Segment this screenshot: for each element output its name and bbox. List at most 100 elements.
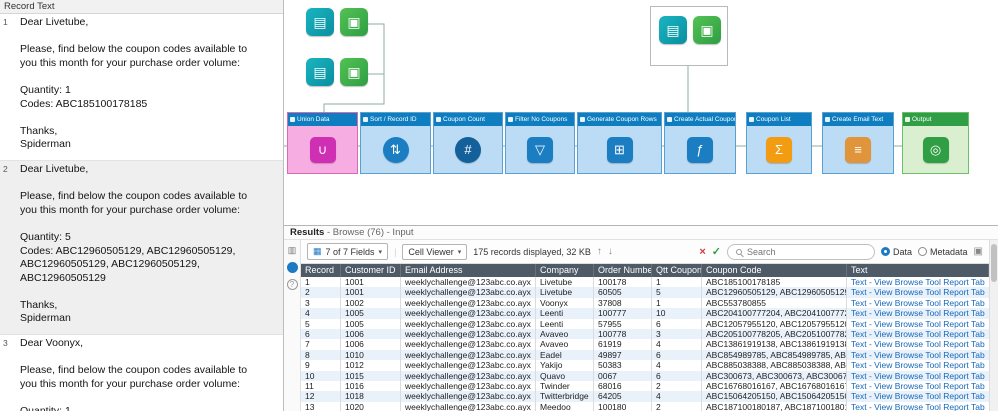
cell-email[interactable]: weeklychallenge@123abc.co.ayx: [401, 328, 536, 340]
cell-customer-id[interactable]: 1002: [341, 297, 401, 309]
cell-record[interactable]: 10: [301, 370, 341, 381]
cell-qtt-coupons[interactable]: 5: [652, 287, 702, 298]
cell-email[interactable]: weeklychallenge@123abc.co.ayx: [401, 277, 536, 288]
cell-email[interactable]: weeklychallenge@123abc.co.ayx: [401, 401, 536, 411]
cell-viewer-dropdown[interactable]: Cell Viewer ▾: [402, 243, 468, 260]
cell-order-number[interactable]: 64205: [594, 391, 652, 402]
sort-tool-icon[interactable]: ⇅: [382, 136, 409, 163]
cell-text-report-link[interactable]: Text - View Browse Tool Report Tab: [847, 339, 989, 349]
cell-coupon-code[interactable]: ABC204100777204, ABC204100777204, ABC204…: [702, 308, 847, 319]
cell-company[interactable]: Twitterbridge: [536, 391, 594, 402]
cell-qtt-coupons[interactable]: 4: [652, 391, 702, 402]
cell-customer-id[interactable]: 1018: [341, 391, 401, 402]
container-filter-no-coupons[interactable]: Filter No Coupons ▽: [505, 112, 575, 174]
cell-email[interactable]: weeklychallenge@123abc.co.ayx: [401, 391, 536, 402]
column-header-customer-id[interactable]: Customer ID: [341, 264, 401, 277]
cell-order-number[interactable]: 100778: [594, 328, 652, 340]
browse-tool[interactable]: ▣: [340, 8, 368, 36]
cell-order-number[interactable]: 100777: [594, 308, 652, 319]
table-row[interactable]: 7 1006 weeklychallenge@123abc.co.ayx Ava…: [301, 339, 989, 350]
container-union-data[interactable]: Union Data ∪: [287, 112, 358, 174]
container-coupon-count[interactable]: Coupon Count #: [433, 112, 503, 174]
cell-email[interactable]: weeklychallenge@123abc.co.ayx: [401, 349, 536, 361]
table-row[interactable]: 4 1005 weeklychallenge@123abc.co.ayx Lee…: [301, 308, 989, 319]
cell-email[interactable]: weeklychallenge@123abc.co.ayx: [401, 370, 536, 381]
summarize-tool-icon[interactable]: Σ: [766, 136, 792, 163]
cell-coupon-code[interactable]: ABC885038388, ABC885038388, ABC885038388…: [702, 360, 847, 371]
cell-company[interactable]: Livetube: [536, 287, 594, 298]
cell-customer-id[interactable]: 1001: [341, 277, 401, 288]
record-row[interactable]: 2 Dear Livetube, Please, find below the …: [0, 160, 283, 336]
cell-coupon-code[interactable]: ABC205100778205, ABC205100778205, ABC205…: [702, 328, 847, 340]
cell-coupon-code[interactable]: ABC16768016167, ABC16768016167: [702, 380, 847, 392]
browse-tool[interactable]: ▣: [693, 16, 721, 44]
fields-dropdown[interactable]: ▦ 7 of 7 Fields ▾: [307, 243, 389, 260]
cell-qtt-coupons[interactable]: 2: [652, 401, 702, 411]
record-row[interactable]: 1 Dear Livetube, Please, find below the …: [0, 14, 283, 161]
vertical-scrollbar[interactable]: [989, 240, 998, 411]
cell-email[interactable]: weeklychallenge@123abc.co.ayx: [401, 308, 536, 319]
cell-company[interactable]: Leenti: [536, 318, 594, 329]
cell-qtt-coupons[interactable]: 6: [652, 318, 702, 329]
cell-company[interactable]: Voonyx: [536, 297, 594, 309]
table-row[interactable]: 11 1016 weeklychallenge@123abc.co.ayx Tw…: [301, 380, 989, 392]
cell-coupon-code[interactable]: ABC187100180187, ABC187100180187: [702, 401, 847, 411]
cell-text-report-link[interactable]: Text - View Browse Tool Report Tab: [847, 329, 989, 339]
cell-customer-id[interactable]: 1010: [341, 349, 401, 361]
clear-button[interactable]: ×: [699, 246, 705, 258]
cell-record[interactable]: 1: [301, 277, 341, 288]
cell-company[interactable]: Avaveo: [536, 328, 594, 340]
profile-info-icon[interactable]: [286, 262, 298, 273]
cell-text-report-link[interactable]: Text - View Browse Tool Report Tab: [847, 381, 989, 391]
cell-order-number[interactable]: 50383: [594, 360, 652, 371]
cell-record[interactable]: 5: [301, 318, 341, 329]
cell-company[interactable]: Eadel: [536, 349, 594, 361]
cell-email[interactable]: weeklychallenge@123abc.co.ayx: [401, 360, 536, 371]
table-row[interactable]: 3 1002 weeklychallenge@123abc.co.ayx Voo…: [301, 297, 989, 309]
cell-email[interactable]: weeklychallenge@123abc.co.ayx: [401, 287, 536, 298]
input-data-tool[interactable]: ▤: [306, 58, 334, 86]
container-generate-coupon-rows[interactable]: Generate Coupon Rows ⊞: [577, 112, 662, 174]
container-output[interactable]: Output ◎: [902, 112, 969, 174]
union-tool-icon[interactable]: ∪: [309, 136, 336, 163]
cell-qtt-coupons[interactable]: 6: [652, 349, 702, 361]
cell-company[interactable]: Livetube: [536, 277, 594, 288]
table-row[interactable]: 5 1005 weeklychallenge@123abc.co.ayx Lee…: [301, 318, 989, 329]
cell-coupon-code[interactable]: ABC854989785, ABC854989785, ABC854989785…: [702, 349, 847, 361]
cell-coupon-code[interactable]: ABC12057955120, ABC12057955120, ABC12057…: [702, 318, 847, 329]
cell-coupon-code[interactable]: ABC553780855: [702, 297, 847, 309]
cell-order-number[interactable]: 37808: [594, 297, 652, 309]
column-header-email[interactable]: Email Address: [401, 264, 536, 277]
table-row[interactable]: 9 1012 weeklychallenge@123abc.co.ayx Yak…: [301, 360, 989, 371]
record-row[interactable]: 3 Dear Voonyx, Please, find below the co…: [0, 335, 283, 411]
cell-text-report-link[interactable]: Text - View Browse Tool Report Tab: [847, 371, 989, 381]
count-tool-icon[interactable]: #: [455, 136, 481, 163]
cell-coupon-code[interactable]: ABC12960505129, ABC12960505129, ABC12960…: [702, 287, 847, 298]
email-text-tool-icon[interactable]: ≡: [845, 136, 871, 163]
cell-order-number[interactable]: 57955: [594, 318, 652, 329]
search-input[interactable]: [747, 246, 866, 257]
cell-order-number[interactable]: 100180: [594, 401, 652, 411]
cell-customer-id[interactable]: 1016: [341, 380, 401, 392]
cell-order-number[interactable]: 0067: [594, 370, 652, 381]
cell-customer-id[interactable]: 1005: [341, 318, 401, 329]
cell-company[interactable]: Quavo: [536, 370, 594, 381]
cell-record[interactable]: 8: [301, 349, 341, 361]
cell-company[interactable]: Avaveo: [536, 339, 594, 350]
scroll-up-button[interactable]: ↑: [597, 246, 602, 257]
cell-qtt-coupons[interactable]: 10: [652, 308, 702, 319]
cell-text-report-link[interactable]: Text - View Browse Tool Report Tab: [847, 298, 989, 308]
cell-email[interactable]: weeklychallenge@123abc.co.ayx: [401, 318, 536, 329]
cell-customer-id[interactable]: 1020: [341, 401, 401, 411]
cell-qtt-coupons[interactable]: 6: [652, 370, 702, 381]
table-row[interactable]: 13 1020 weeklychallenge@123abc.co.ayx Me…: [301, 401, 989, 411]
cell-email[interactable]: weeklychallenge@123abc.co.ayx: [401, 297, 536, 309]
cell-text-report-link[interactable]: Text - View Browse Tool Report Tab: [847, 308, 989, 318]
cell-text-report-link[interactable]: Text - View Browse Tool Report Tab: [847, 277, 989, 287]
table-row[interactable]: 6 1006 weeklychallenge@123abc.co.ayx Ava…: [301, 328, 989, 340]
formula-tool-icon[interactable]: ƒ: [687, 136, 713, 163]
container-coupon-list[interactable]: Coupon List Σ: [746, 112, 812, 174]
column-header-record[interactable]: Record: [301, 264, 341, 277]
radio-data[interactable]: Data: [881, 247, 912, 257]
table-view-icon[interactable]: ▥: [287, 245, 298, 256]
